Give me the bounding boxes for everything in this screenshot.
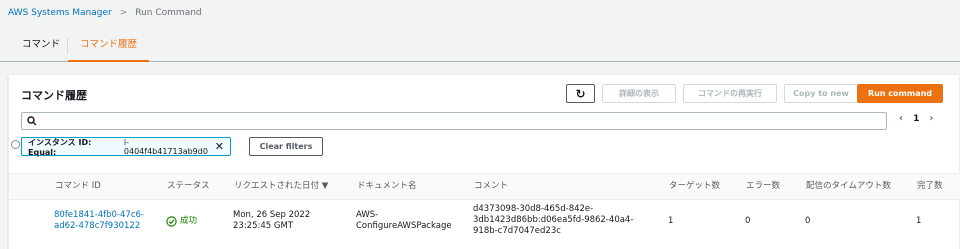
filter-token-key: インスタンス ID: Equal: [28,137,92,157]
prev-page-button[interactable]: ‹ [899,113,903,124]
breadcrumb-root-link[interactable]: AWS Systems Manager [8,8,112,18]
requested-date: Mon, 26 Sep 2022 23:25:45 GMT [233,210,310,232]
command-id-line1[interactable]: 80fe1841-4fb0-47c6- [54,210,144,221]
column-requested-date[interactable]: リクエストされた日付 ▼ [234,174,328,199]
requested-date-line2: 23:25:45 GMT [233,221,293,231]
comment-line1: d4373098-30d8-465d-842e- [473,204,594,214]
clear-filters-button[interactable]: Clear filters [249,137,323,156]
complete-count: 1 [916,216,922,226]
command-id-line2[interactable]: ad62-478c7f930122 [54,221,144,232]
targets-count: 1 [668,216,674,226]
run-command-button[interactable]: Run command [857,84,943,103]
pagination: ‹ 1 › [899,113,934,124]
refresh-icon: ↻ [575,86,586,101]
column-complete[interactable]: 完了数 [917,174,943,199]
timeouts-count: 0 [805,216,811,226]
breadcrumb-separator: > [119,8,128,18]
status-badge: 成功 [166,216,197,227]
close-icon[interactable]: ✕ [215,140,224,153]
current-page[interactable]: 1 [913,114,919,124]
success-icon [166,216,177,227]
errors-count: 0 [745,216,751,226]
breadcrumb-current: Run Command [135,8,202,18]
filter-token-value: i-0404f4b41713ab9d0 [123,137,208,156]
column-status[interactable]: ステータス [167,174,210,199]
panel-title: コマンド履歴 [21,89,87,102]
tab-command-history[interactable]: コマンド履歴 [68,32,150,62]
column-comment[interactable]: コメント [474,174,508,199]
command-id-link[interactable]: 80fe1841-4fb0-47c6- ad62-478c7f930122 [54,210,144,232]
status-text: 成功 [180,216,198,226]
row-select-radio[interactable] [11,140,20,149]
column-command-id[interactable]: コマンド ID [55,174,101,199]
breadcrumb: AWS Systems Manager > Run Command [8,6,202,20]
document-name-line1: AWS- [356,210,379,220]
tab-bar: コマンド コマンド履歴 [0,32,960,62]
view-details-button[interactable]: 詳細の表示 [602,84,676,103]
search-input[interactable] [21,112,887,130]
column-targets[interactable]: ターゲット数 [669,174,720,199]
copy-to-new-button[interactable]: Copy to new [784,84,858,103]
document-name-line2: ConfigureAWSPackage [356,221,452,231]
requested-date-line1: Mon, 26 Sep 2022 [233,210,311,220]
rerun-command-button[interactable]: コマンドの再実行 [683,84,777,103]
comment: d4373098-30d8-465d-842e- 3db1423d86bb:d0… [473,204,633,237]
table-header: コマンド ID ステータス リクエストされた日付 ▼ ドキュメント名 コメント … [9,173,960,200]
comment-line3: 918b-c7d7047ed23c [473,226,561,236]
column-errors[interactable]: エラー数 [746,174,780,199]
document-name: AWS- ConfigureAWSPackage [356,210,452,232]
column-document-name[interactable]: ドキュメント名 [357,174,417,199]
search-icon [27,116,37,126]
column-timeouts[interactable]: 配信のタイムアウト数 [806,174,891,199]
comment-line2: 3db1423d86bb:d06ea5fd-9862-40a4- [473,215,634,225]
tab-commands[interactable]: コマンド [10,32,72,62]
refresh-button[interactable]: ↻ [566,84,595,103]
filter-token: インスタンス ID: Equal: i-0404f4b41713ab9d0 ✕ [21,137,231,157]
next-page-button[interactable]: › [929,113,933,124]
